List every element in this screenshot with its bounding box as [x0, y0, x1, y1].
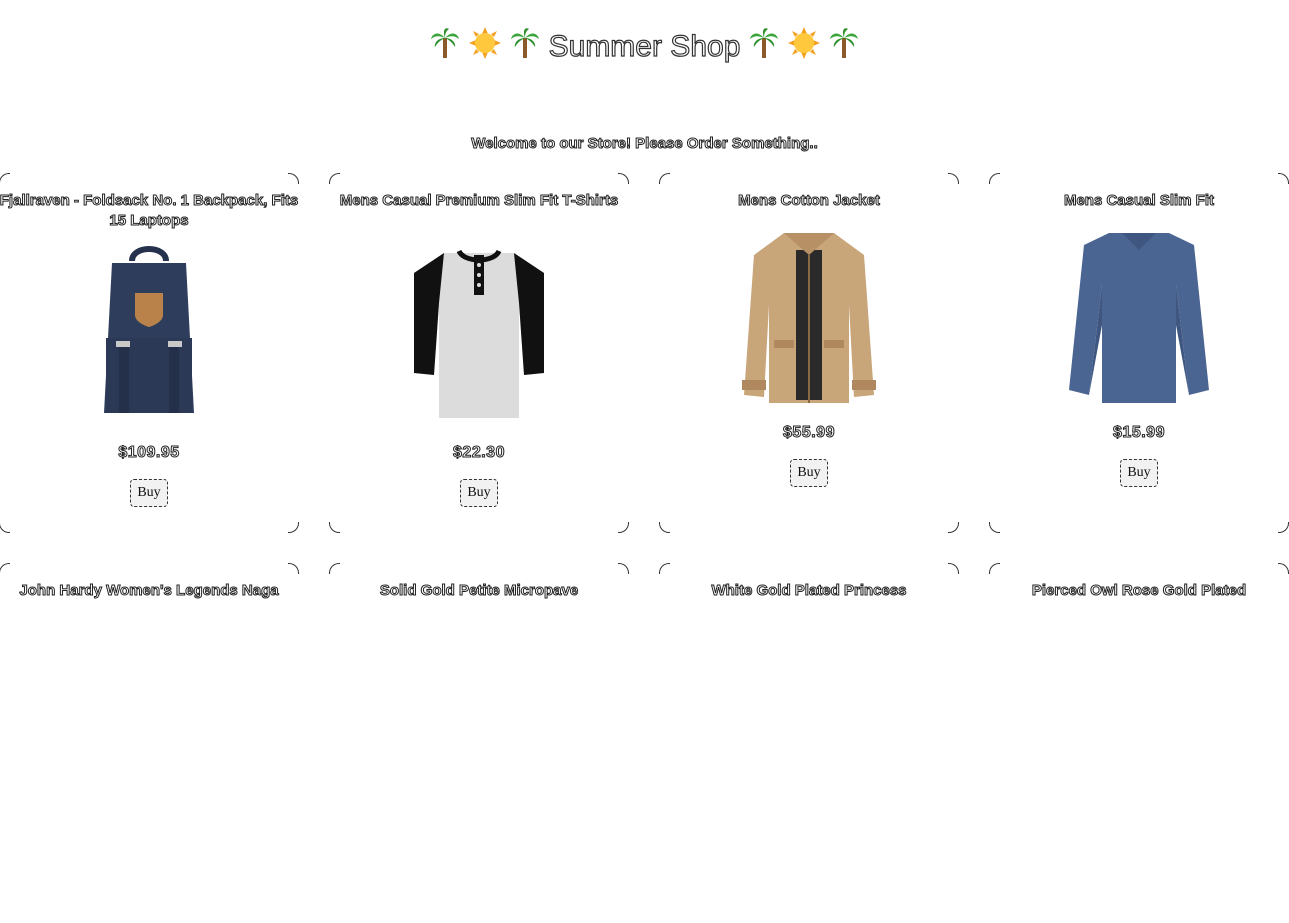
page-title: Summer Shop — [0, 26, 1289, 67]
sun-icon — [468, 27, 510, 63]
buy-button[interactable]: Buy — [130, 479, 168, 507]
product-image — [742, 233, 876, 403]
product-card: Mens Cotton Jacket $55.99 Buy — [659, 173, 959, 533]
product-title: John Hardy Women's Legends Naga — [19, 582, 279, 600]
product-title: Solid Gold Petite Micropave — [379, 582, 579, 600]
product-card: Solid Gold Petite Micropave — [329, 563, 629, 923]
product-title: White Gold Plated Princess — [711, 582, 907, 600]
product-title: Pierced Owl Rose Gold Plated — [1031, 582, 1247, 600]
product-card: Fjallraven - Foldsack No. 1 Backpack, Fi… — [0, 173, 299, 533]
product-title: Fjallraven - Foldsack No. 1 Backpack, Fi… — [0, 192, 299, 230]
product-image — [414, 249, 544, 418]
buy-button[interactable]: Buy — [790, 459, 828, 487]
sun-icon — [787, 27, 829, 63]
product-image — [104, 246, 194, 413]
product-image — [1069, 233, 1209, 403]
product-title: Mens Casual Slim Fit — [1063, 192, 1215, 210]
product-price: $109.95 — [118, 444, 180, 462]
product-card: John Hardy Women's Legends Naga — [0, 563, 299, 923]
product-price: $55.99 — [783, 424, 835, 442]
palm-tree-icon — [829, 28, 859, 63]
product-price: $15.99 — [1113, 424, 1165, 442]
product-card: Mens Casual Slim Fit $15.99 Buy — [989, 173, 1289, 533]
product-card: Pierced Owl Rose Gold Plated — [989, 563, 1289, 923]
product-card: Mens Casual Premium Slim Fit T-Shirts $2… — [329, 173, 629, 533]
product-title: Mens Casual Premium Slim Fit T-Shirts — [339, 192, 619, 210]
product-title: Mens Cotton Jacket — [738, 192, 881, 210]
shop-name: Summer Shop — [548, 29, 741, 63]
palm-tree-icon — [749, 28, 787, 63]
product-card: White Gold Plated Princess — [659, 563, 959, 923]
palm-tree-icon — [430, 28, 468, 63]
welcome-message: Welcome to our Store! Please Order Somet… — [471, 135, 818, 153]
product-price: $22.30 — [453, 444, 505, 462]
palm-tree-icon — [510, 28, 548, 63]
buy-button[interactable]: Buy — [460, 479, 498, 507]
buy-button[interactable]: Buy — [1120, 459, 1158, 487]
